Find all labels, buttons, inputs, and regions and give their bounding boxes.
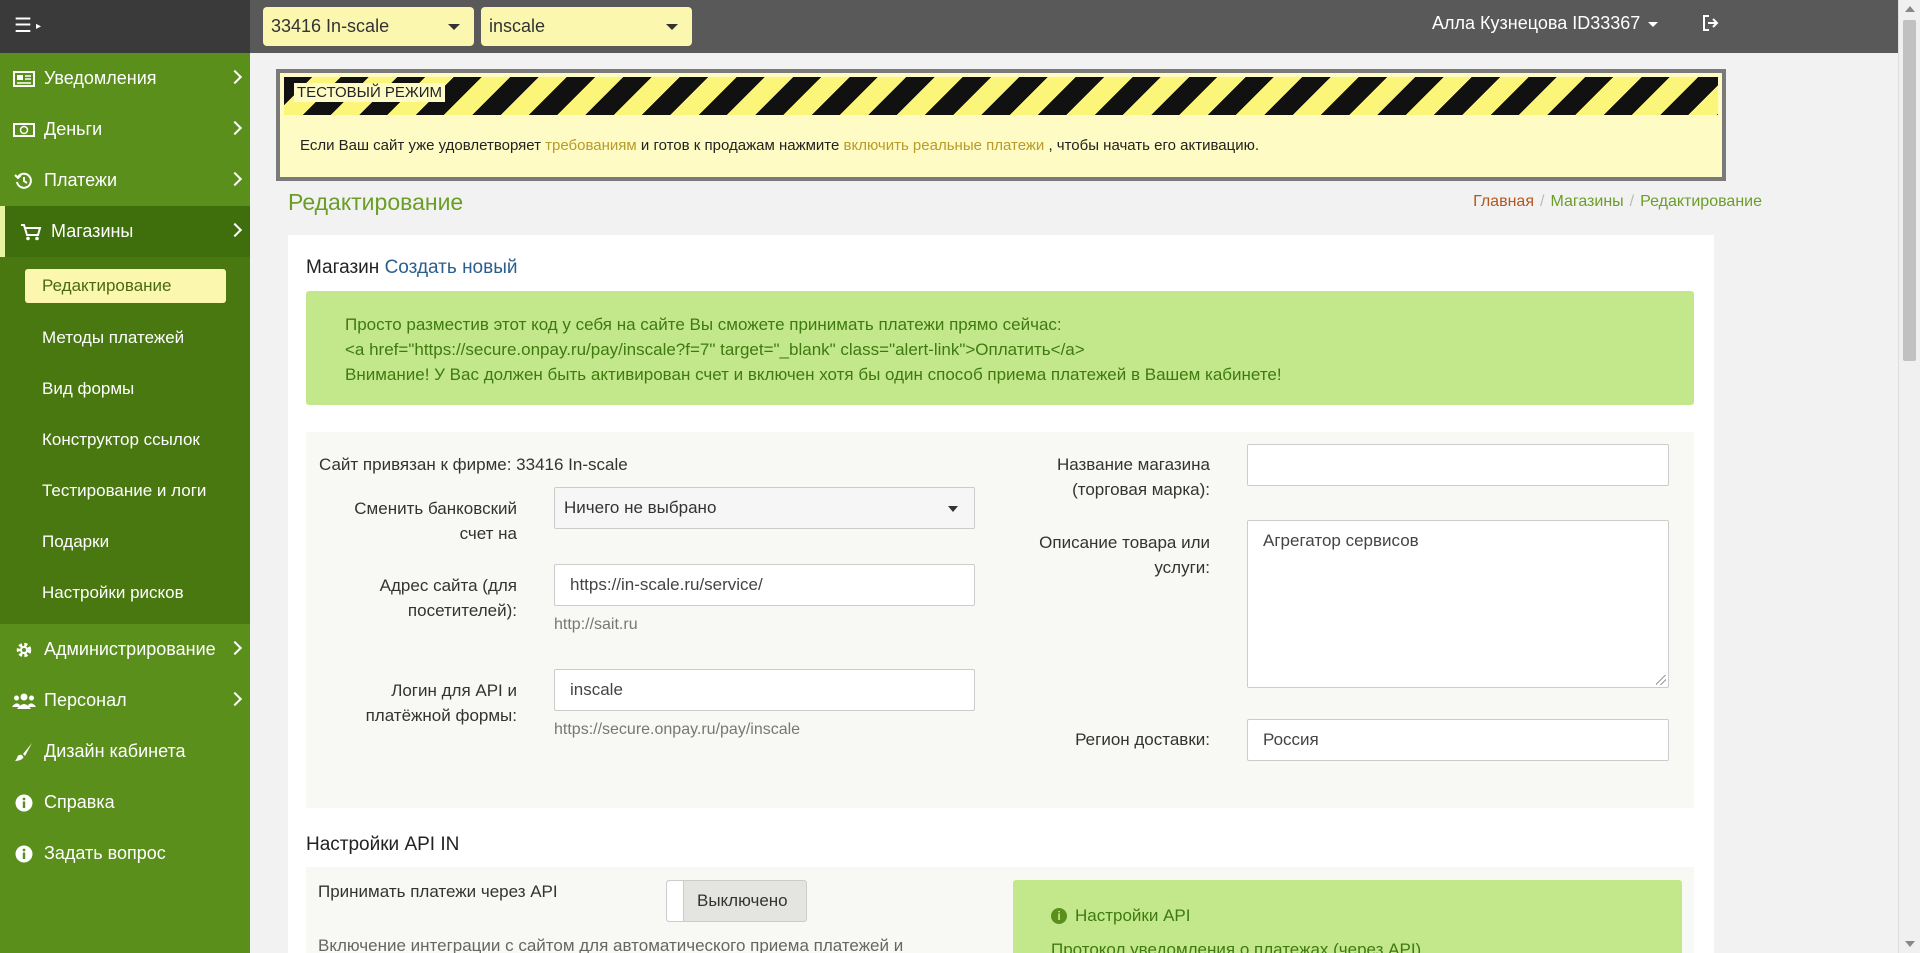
sidebar-subitem-edit[interactable]: Редактирование	[25, 269, 226, 303]
newspaper-icon	[12, 69, 36, 89]
toggle-state-text: Выключено	[697, 891, 788, 910]
user-name: Алла Кузнецова ID33367	[1432, 13, 1641, 33]
sidebar-item-help[interactable]: Справка	[0, 777, 250, 828]
site-address-input[interactable]: https://in-scale.ru/service/	[554, 564, 975, 606]
main-content: ТЕСТОВЫЙ РЕЖИМ Если Ваш сайт уже удовлет…	[250, 53, 1898, 953]
history-icon	[12, 171, 36, 191]
sidebar-item-label: Уведомления	[44, 68, 157, 88]
enable-real-payments-link[interactable]: включить реальные платежи	[844, 137, 1045, 154]
accept-api-payments-toggle[interactable]: Выключено	[666, 880, 807, 922]
test-mode-label: ТЕСТОВЫЙ РЕЖИМ	[294, 83, 446, 102]
sidebar-subitem-form-view[interactable]: Вид формы	[0, 363, 250, 414]
sidebar-item-design[interactable]: Дизайн кабинета	[0, 726, 250, 777]
logout-icon[interactable]	[1702, 14, 1720, 37]
chevron-right-icon	[227, 171, 243, 187]
api-login-input[interactable]: inscale	[554, 669, 975, 711]
shop-select-value: inscale	[489, 16, 546, 36]
breadcrumb-shops-link[interactable]: Магазины	[1550, 193, 1623, 210]
chevron-right-icon	[227, 69, 243, 85]
sidebar-item-ask-question[interactable]: Задать вопрос	[0, 828, 250, 879]
breadcrumb-current: Редактирование	[1640, 193, 1762, 210]
brush-icon	[12, 742, 36, 762]
banner-text-mid: и готов к продажам нажмите	[640, 137, 840, 154]
toggle-knob	[667, 881, 684, 921]
sidebar-subitem-gifts[interactable]: Подарки	[0, 516, 250, 567]
test-mode-text: Если Ваш сайт уже удовлетворяет требован…	[300, 137, 1259, 154]
sidebar-item-label: Администрирование	[44, 639, 216, 659]
sidebar-subitem-testing-logs[interactable]: Тестирование и логи	[0, 465, 250, 516]
sidebar-submenu-shops: Редактирование Методы платежей Вид формы…	[0, 257, 250, 624]
sidebar-subitem-link-builder[interactable]: Конструктор ссылок	[0, 414, 250, 465]
resize-handle-icon[interactable]	[1656, 675, 1666, 685]
requirements-link[interactable]: требованиям	[545, 137, 637, 154]
cart-icon	[19, 222, 43, 242]
firm-select-value: 33416 In-scale	[271, 16, 390, 36]
top-bar-left: ☰ ▸	[0, 0, 250, 53]
user-menu[interactable]: Алла Кузнецова ID33367	[1432, 13, 1659, 34]
shop-select[interactable]: inscale	[481, 7, 692, 46]
scroll-down-arrow-icon[interactable]	[1905, 941, 1915, 947]
users-icon	[12, 691, 36, 711]
sidebar-item-label: Персонал	[44, 690, 127, 710]
gear-icon	[12, 640, 36, 660]
breadcrumb: Главная / Магазины / Редактирование	[1473, 193, 1762, 211]
product-description-textarea[interactable]: Агрегатор сервисов	[1247, 520, 1669, 688]
sidebar-item-money[interactable]: Деньги	[0, 104, 250, 155]
banner-text-before: Если Ваш сайт уже удовлетворяет	[300, 137, 541, 154]
caret-right-icon: ▸	[35, 20, 41, 32]
sidebar-subitem-risk-settings[interactable]: Настройки рисков	[0, 567, 250, 618]
sidebar-item-staff[interactable]: Персонал	[0, 675, 250, 726]
sidebar-item-notifications[interactable]: Уведомления	[0, 53, 250, 104]
product-description-value: Агрегатор сервисов	[1263, 531, 1419, 550]
chevron-right-icon	[227, 640, 243, 656]
page-scrollbar[interactable]	[1898, 0, 1920, 953]
sidebar-item-shops[interactable]: Магазины	[0, 206, 250, 257]
chevron-right-icon	[227, 691, 243, 707]
banner-text-after: , чтобы начать его активацию.	[1048, 137, 1260, 154]
shop-name-input[interactable]	[1247, 444, 1669, 486]
sidebar-item-payments[interactable]: Платежи	[0, 155, 250, 206]
firm-select[interactable]: 33416 In-scale	[263, 7, 474, 46]
sidebar-item-label: Дизайн кабинета	[44, 741, 186, 761]
chevron-down-icon	[666, 24, 678, 30]
scroll-up-arrow-icon[interactable]	[1905, 6, 1915, 12]
scrollbar-thumb[interactable]	[1903, 20, 1916, 361]
sidebar: Уведомления Деньги Платежи Магазины Реда…	[0, 53, 250, 953]
breadcrumb-separator: /	[1629, 193, 1635, 210]
page-title: Редактирование	[288, 189, 464, 215]
test-mode-banner: ТЕСТОВЫЙ РЕЖИМ Если Ваш сайт уже удовлет…	[276, 69, 1726, 181]
sidebar-item-label: Деньги	[44, 119, 103, 139]
breadcrumb-home-link[interactable]: Главная	[1473, 193, 1534, 210]
hamburger-icon: ☰	[14, 15, 32, 37]
chevron-right-icon	[227, 120, 243, 136]
breadcrumb-separator: /	[1539, 193, 1545, 210]
sidebar-item-label: Задать вопрос	[44, 843, 166, 863]
chevron-right-icon	[227, 222, 243, 238]
warning-stripes	[284, 77, 1718, 115]
menu-toggle-button[interactable]: ☰ ▸	[14, 14, 41, 39]
top-bar: ☰ ▸ 33416 In-scale inscale Алла Кузнецова…	[0, 0, 1898, 53]
info-icon	[12, 793, 36, 813]
sidebar-item-label: Справка	[44, 792, 115, 812]
sidebar-item-administration[interactable]: Администрирование	[0, 624, 250, 675]
bank-account-value: Ничего не выбрано	[564, 498, 717, 517]
delivery-region-input[interactable]: Россия	[1247, 719, 1669, 761]
info-icon	[12, 844, 36, 864]
chevron-down-icon	[948, 506, 958, 512]
caret-down-icon	[1648, 21, 1659, 27]
sidebar-item-label: Магазины	[51, 221, 134, 241]
bank-account-select[interactable]: Ничего не выбрано	[554, 487, 975, 529]
sidebar-item-label: Платежи	[44, 170, 118, 190]
sidebar-subitem-payment-methods[interactable]: Методы платежей	[0, 312, 250, 363]
chevron-down-icon	[448, 24, 460, 30]
money-icon	[12, 120, 36, 140]
